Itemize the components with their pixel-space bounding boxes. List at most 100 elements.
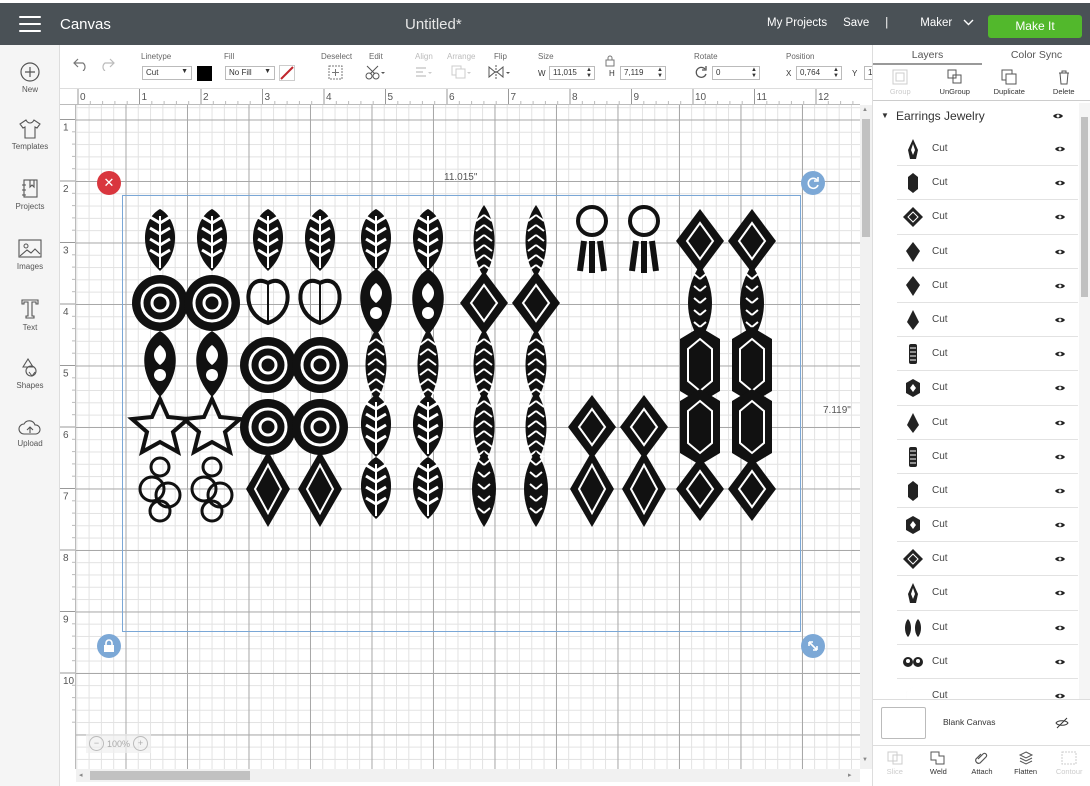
align-label: Align bbox=[415, 52, 433, 61]
weld-button[interactable]: Weld bbox=[917, 746, 961, 786]
layer-label: Cut bbox=[932, 519, 948, 531]
layer-row[interactable]: Cut bbox=[897, 337, 1078, 372]
layer-row[interactable]: Cut bbox=[897, 269, 1078, 303]
lock-aspect-icon[interactable] bbox=[605, 55, 615, 67]
selection-box[interactable] bbox=[122, 195, 801, 632]
layer-row[interactable]: Cut bbox=[897, 645, 1078, 679]
eye-icon[interactable] bbox=[1054, 419, 1066, 427]
eye-icon[interactable] bbox=[1054, 316, 1066, 324]
document-title[interactable]: Untitled* bbox=[405, 16, 462, 33]
sidebar-item-images[interactable]: Images bbox=[0, 238, 60, 271]
make-it-button[interactable]: Make It bbox=[988, 15, 1082, 38]
width-input[interactable]: 11,015 ▲ ▼ bbox=[549, 66, 595, 80]
layer-row[interactable]: Cut bbox=[897, 200, 1078, 235]
layer-row[interactable]: Cut bbox=[897, 576, 1078, 611]
scrollbar-thumb[interactable] bbox=[1081, 117, 1088, 297]
delete-button[interactable]: Delete bbox=[1037, 66, 1090, 100]
scrollbar-thumb[interactable] bbox=[90, 771, 250, 780]
scrollbar-thumb[interactable] bbox=[862, 119, 870, 237]
layer-row[interactable]: Cut bbox=[897, 303, 1078, 338]
my-projects-link[interactable]: My Projects bbox=[767, 17, 827, 29]
scroll-right-arrow[interactable]: ▸ bbox=[848, 771, 852, 779]
ruler-label: 5 bbox=[388, 92, 394, 103]
eye-icon[interactable] bbox=[1054, 658, 1066, 666]
blank-canvas-row[interactable]: Blank Canvas bbox=[873, 699, 1090, 745]
eye-icon[interactable] bbox=[1054, 282, 1066, 290]
eye-icon[interactable] bbox=[1052, 112, 1064, 120]
x-position-input[interactable]: 0,764 ▲ ▼ bbox=[796, 66, 842, 80]
design-canvas[interactable]: 11.015" 7.119" ✕ bbox=[76, 105, 860, 769]
height-input[interactable]: 7,119 ▲ ▼ bbox=[620, 66, 666, 80]
sidebar-item-upload[interactable]: Upload bbox=[0, 419, 60, 448]
edit-scissors-icon[interactable] bbox=[365, 65, 387, 80]
layer-row[interactable]: Cut bbox=[897, 440, 1078, 474]
undo-icon[interactable] bbox=[72, 57, 90, 71]
align-icon bbox=[416, 67, 432, 77]
linetype-color-swatch[interactable] bbox=[197, 66, 212, 81]
stepper-icon: ▲ ▼ bbox=[657, 67, 663, 79]
no-fill-swatch-icon[interactable] bbox=[279, 65, 295, 81]
size-label: Size bbox=[538, 52, 554, 61]
eye-icon[interactable] bbox=[1054, 213, 1066, 221]
machine-select[interactable]: Maker bbox=[920, 17, 974, 29]
sidebar-item-new[interactable]: New bbox=[0, 61, 60, 94]
eye-icon[interactable] bbox=[1054, 487, 1066, 495]
attach-button[interactable]: Attach bbox=[960, 746, 1004, 786]
flip-icon[interactable] bbox=[488, 65, 512, 79]
rotate-handle[interactable] bbox=[801, 171, 825, 195]
layer-row[interactable]: Cut bbox=[897, 542, 1078, 577]
resize-handle[interactable] bbox=[801, 634, 825, 658]
linetype-select[interactable]: Cut ▼ bbox=[142, 66, 192, 80]
layers-scrollbar[interactable] bbox=[1079, 103, 1090, 703]
layer-row[interactable]: Cut bbox=[897, 166, 1078, 201]
eye-icon[interactable] bbox=[1054, 521, 1066, 529]
eye-icon[interactable] bbox=[1054, 589, 1066, 597]
eye-icon[interactable] bbox=[1054, 248, 1066, 256]
canvas-horizontal-scrollbar[interactable]: ◂ ▸ bbox=[76, 769, 860, 782]
bar-pattern-thumbnail-icon bbox=[909, 344, 917, 365]
sidebar-item-label: Images bbox=[16, 262, 44, 271]
layer-row[interactable]: Cut bbox=[897, 474, 1078, 509]
layer-row[interactable]: Cut bbox=[897, 406, 1078, 440]
redo-icon[interactable] bbox=[98, 57, 116, 71]
duplicate-button[interactable]: Duplicate bbox=[982, 66, 1037, 100]
flatten-button[interactable]: Flatten bbox=[1004, 746, 1048, 786]
sidebar-item-projects[interactable]: Projects bbox=[0, 178, 60, 211]
sidebar-item-templates[interactable]: Templates bbox=[0, 118, 60, 151]
eye-icon[interactable] bbox=[1054, 145, 1066, 153]
deselect-icon[interactable] bbox=[328, 65, 343, 80]
lock-handle[interactable] bbox=[97, 634, 121, 658]
zoom-out-button[interactable]: − bbox=[89, 736, 104, 751]
layer-row[interactable]: Cut bbox=[897, 508, 1078, 543]
rotate-input[interactable]: 0 ▲ ▼ bbox=[712, 66, 760, 80]
tab-color-sync[interactable]: Color Sync bbox=[982, 45, 1090, 65]
canvas-vertical-scrollbar[interactable]: ▲ ▼ bbox=[860, 105, 872, 769]
sidebar-item-text[interactable]: Text bbox=[0, 297, 60, 332]
collapse-arrow-icon[interactable]: ▼ bbox=[881, 111, 889, 120]
scroll-down-arrow[interactable]: ▼ bbox=[862, 757, 868, 763]
eye-icon[interactable] bbox=[1054, 453, 1066, 461]
hamburger-menu-icon[interactable] bbox=[19, 16, 41, 32]
eye-icon[interactable] bbox=[1054, 555, 1066, 563]
fill-select[interactable]: No Fill ▼ bbox=[225, 66, 275, 80]
sidebar-item-shapes[interactable]: Shapes bbox=[0, 357, 60, 390]
eye-icon[interactable] bbox=[1054, 624, 1066, 632]
tab-layers[interactable]: Layers bbox=[873, 45, 982, 65]
layer-group-earrings[interactable]: ▼ Earrings Jewelry bbox=[873, 103, 1078, 130]
eye-icon[interactable] bbox=[1054, 384, 1066, 392]
scroll-up-arrow[interactable]: ▲ bbox=[862, 107, 868, 113]
layer-row[interactable]: Cut bbox=[897, 611, 1078, 645]
ungroup-button[interactable]: UnGroup bbox=[928, 66, 983, 100]
layer-row[interactable]: Cut bbox=[897, 235, 1078, 269]
layer-row[interactable]: Cut bbox=[897, 132, 1078, 167]
scroll-left-arrow[interactable]: ◂ bbox=[79, 771, 83, 779]
eye-hidden-icon[interactable] bbox=[1055, 717, 1069, 729]
text-icon bbox=[21, 299, 39, 319]
eye-icon[interactable] bbox=[1054, 179, 1066, 187]
eye-icon[interactable] bbox=[1054, 350, 1066, 358]
zoom-in-button[interactable]: + bbox=[133, 736, 149, 751]
layer-row[interactable]: Cut bbox=[897, 371, 1078, 406]
delete-handle[interactable]: ✕ bbox=[97, 171, 121, 195]
blank-canvas-swatch[interactable] bbox=[881, 707, 926, 739]
save-button[interactable]: Save bbox=[843, 17, 869, 29]
